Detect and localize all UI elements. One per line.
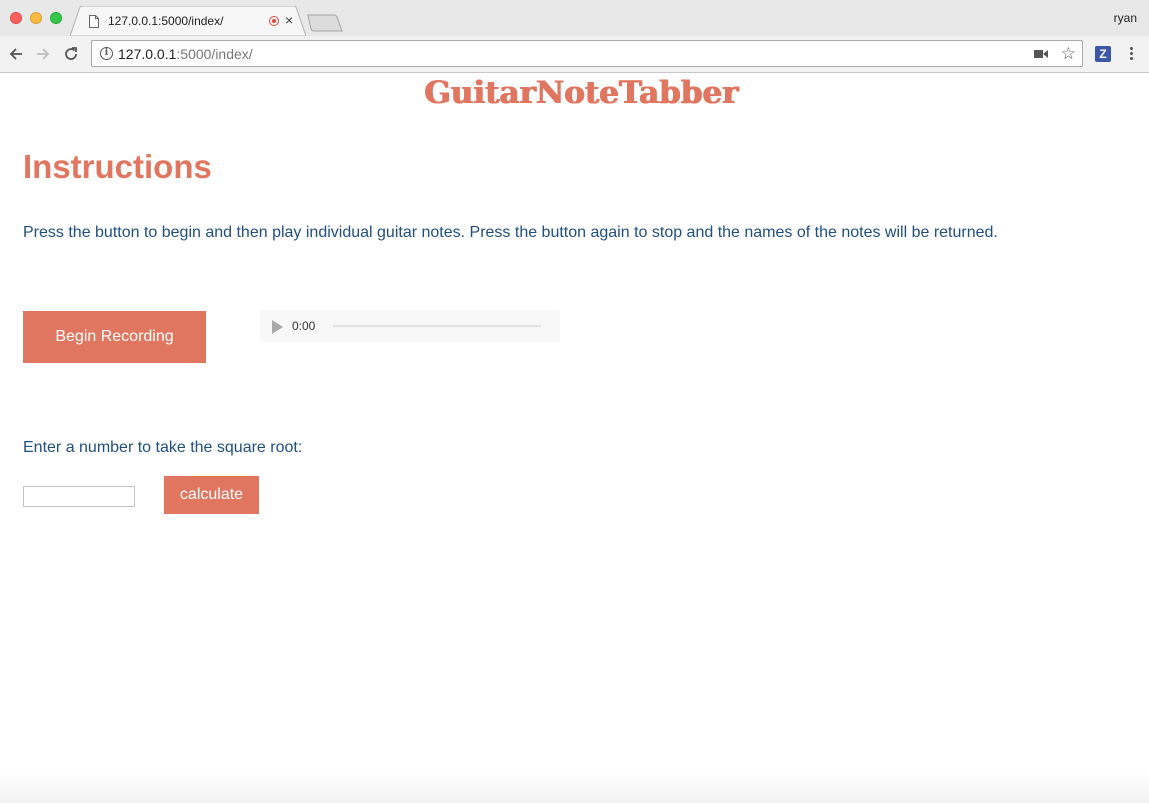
instructions-text: Press the button to begin and then play … xyxy=(23,224,998,241)
new-tab-button[interactable] xyxy=(307,14,343,32)
number-input[interactable] xyxy=(23,486,135,507)
browser-tab[interactable]: 127.0.0.1:5000/index/ × xyxy=(70,6,306,36)
minimize-window-button[interactable] xyxy=(30,12,42,24)
zoom-window-button[interactable] xyxy=(50,12,62,24)
url-host: 127.0.0.1 xyxy=(118,46,177,62)
close-window-button[interactable] xyxy=(10,12,22,24)
record-indicator-icon xyxy=(269,16,279,26)
menu-icon[interactable] xyxy=(1126,45,1136,63)
back-arrow-icon[interactable] xyxy=(6,44,26,64)
address-bar[interactable]: i 127.0.0.1:5000/index/ ☆ xyxy=(91,40,1083,67)
square-root-label: Enter a number to take the square root: xyxy=(23,439,303,456)
bottom-shade xyxy=(0,773,1149,803)
extension-z-icon[interactable]: Z xyxy=(1095,46,1111,62)
reload-icon[interactable] xyxy=(61,44,81,64)
url-path: :5000/index/ xyxy=(176,46,253,62)
begin-recording-button[interactable]: Begin Recording xyxy=(23,311,206,363)
calculate-button[interactable]: calculate xyxy=(164,476,259,514)
tab-title: 127.0.0.1:5000/index/ xyxy=(108,14,224,28)
audio-time: 0:00 xyxy=(292,319,316,333)
audio-player[interactable]: 0:00 xyxy=(260,310,560,342)
info-icon[interactable]: i xyxy=(100,47,113,60)
camera-icon[interactable] xyxy=(1034,49,1048,59)
page-content: GuitarNoteTabber Instructions Press the … xyxy=(0,73,1149,803)
close-icon[interactable]: × xyxy=(285,12,293,28)
site-logo: GuitarNoteTabber xyxy=(424,75,739,111)
star-icon[interactable]: ☆ xyxy=(1061,44,1076,64)
browser-toolbar: i 127.0.0.1:5000/index/ ☆ Z xyxy=(0,36,1149,73)
browser-titlebar: 127.0.0.1:5000/index/ × ryan xyxy=(0,0,1149,36)
file-icon xyxy=(89,15,99,28)
forward-arrow-icon[interactable] xyxy=(33,44,53,64)
instructions-heading: Instructions xyxy=(23,148,212,185)
profile-name[interactable]: ryan xyxy=(1114,11,1137,25)
play-icon[interactable] xyxy=(272,320,283,334)
audio-progress-track[interactable] xyxy=(333,325,541,327)
url-text[interactable]: 127.0.0.1:5000/index/ xyxy=(118,46,253,62)
